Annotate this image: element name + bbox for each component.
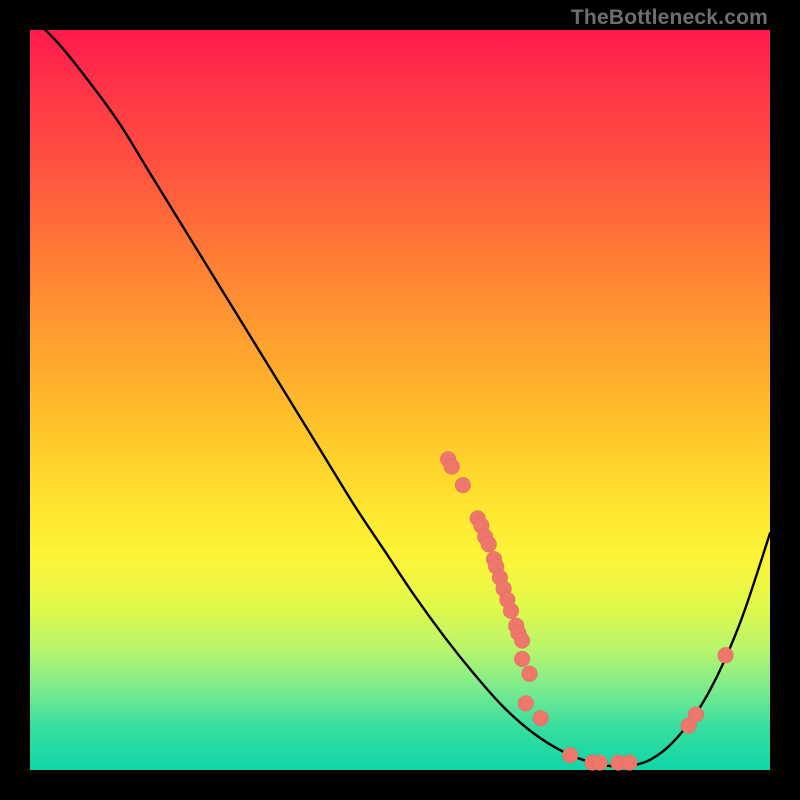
data-point xyxy=(518,695,534,711)
data-point xyxy=(562,747,578,763)
chart-overlay xyxy=(30,30,770,770)
data-points-group xyxy=(440,451,733,770)
data-point xyxy=(514,651,530,667)
data-point xyxy=(592,755,608,771)
data-point xyxy=(444,459,460,475)
data-point xyxy=(481,536,497,552)
data-point xyxy=(621,755,637,771)
data-point xyxy=(503,603,519,619)
data-point xyxy=(533,710,549,726)
data-point xyxy=(688,707,704,723)
data-point xyxy=(514,633,530,649)
watermark-text: TheBottleneck.com xyxy=(571,6,768,30)
bottleneck-curve xyxy=(30,15,770,766)
data-point xyxy=(455,477,471,493)
data-point xyxy=(522,666,538,682)
data-point xyxy=(718,647,734,663)
